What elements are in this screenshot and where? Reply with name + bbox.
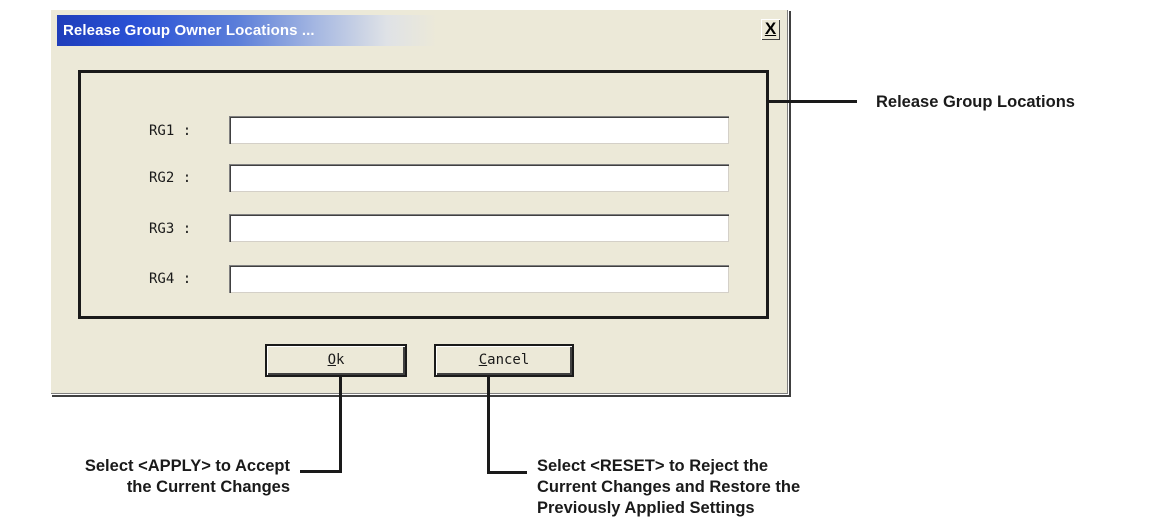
cancel-label: ancel [487,352,530,368]
ok-mnemonic: O [327,352,336,368]
reset-callout-line1: Select <RESET> to Reject the [537,457,769,475]
rg3-label: RG3 : [149,221,192,237]
cancel-button[interactable]: Cancel [434,344,574,377]
ok-label: k [336,352,345,368]
apply-callout-line1: Select <APPLY> to Accept [84,457,290,475]
apply-callout-horizontal [300,470,342,473]
rg2-input[interactable] [229,164,729,192]
reset-callout-line2: Current Changes and Restore the [537,478,801,496]
release-group-dialog: Release Group Owner Locations ... X RG1 … [50,9,789,395]
group-callout-line [767,100,857,103]
close-button[interactable]: X [761,19,780,40]
rg1-label: RG1 : [149,123,192,139]
apply-callout-vertical [339,377,342,473]
rg3-input[interactable] [229,214,729,242]
rg4-input[interactable] [229,265,729,293]
cancel-mnemonic: C [478,352,488,368]
dialog-title: Release Group Owner Locations ... [63,22,315,39]
reset-callout: Select <RESET> to Reject the Current Cha… [537,456,800,519]
rg4-label: RG4 : [149,271,192,287]
rg2-label: RG2 : [149,170,192,186]
title-bar: Release Group Owner Locations ... X [57,15,781,46]
release-group-frame: RG1 : RG2 : RG3 : RG4 : [78,70,769,319]
close-icon[interactable]: X [765,19,776,38]
reset-callout-vertical [487,377,490,474]
reset-callout-horizontal [487,471,527,474]
reset-callout-line3: Previously Applied Settings [537,499,755,517]
rg1-input[interactable] [229,116,729,144]
apply-callout: Select <APPLY> to Accept the Current Cha… [8,456,290,498]
ok-button[interactable]: Ok [265,344,407,377]
apply-callout-line2: the Current Changes [126,478,290,496]
group-locations-callout: Release Group Locations [876,93,1075,111]
